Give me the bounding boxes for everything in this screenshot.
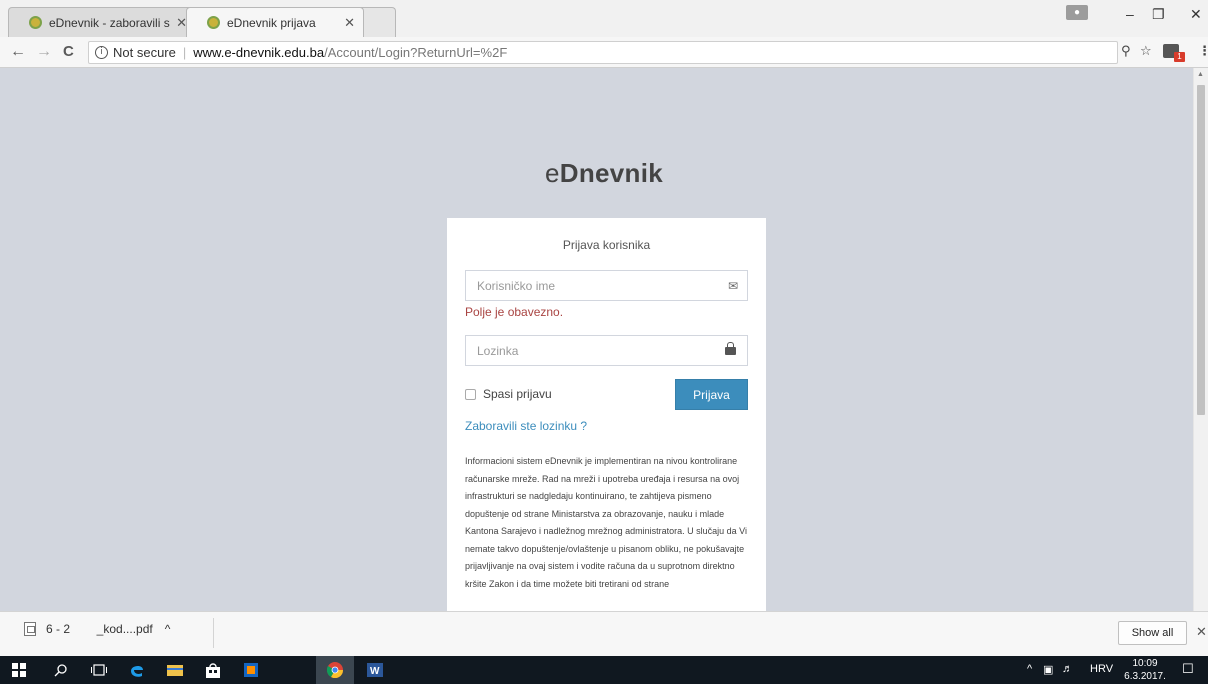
search-icon[interactable] [42,656,80,684]
download-item[interactable]: 6 - 2 _kod....pdf ^ [24,622,170,636]
chevron-up-icon[interactable]: ^ [165,622,171,636]
tab-forgot-password[interactable]: eDnevnik - zaboravili ste ✕ [8,7,196,37]
url-host: www.e-dnevnik.edu.ba [193,45,325,60]
site-favicon-icon [29,16,42,29]
download-file-name: 6 - 2 _kod....pdf [46,622,153,636]
login-title: Prijava korisnika [562,238,651,252]
remember-label[interactable]: Spasi prijavu [483,387,552,401]
clock-time: 10:09 [1132,658,1158,669]
svg-text:W: W [370,666,380,677]
language-indicator[interactable]: HRV [1090,663,1113,675]
logo-name: Dnevnik [559,158,663,188]
file-explorer-icon[interactable] [156,656,194,684]
password-input[interactable] [477,343,707,358]
word-icon[interactable]: W [356,656,394,684]
envelope-icon: ✉ [727,279,738,293]
clock-date: 6.3.2017. [1124,671,1166,682]
window-close-icon[interactable]: ✕ [1190,6,1202,23]
url-path: /Account/Login?ReturnUrl=%2F [324,45,508,60]
username-error: Polje je obavezno. [465,305,564,319]
bookmark-star-icon[interactable]: ☆ [1140,43,1152,59]
logo-prefix: e [544,158,560,188]
network-icon[interactable]: ▣ [1043,663,1053,676]
tab-strip: eDnevnik - zaboravili ste ✕ eDnevnik pri… [0,0,1208,37]
security-label: Not secure [113,45,176,60]
clock[interactable]: 10:09 6.3.2017. [1123,657,1167,683]
minimize-icon[interactable]: – [1126,6,1134,22]
login-button[interactable]: Prijava [675,379,748,410]
download-bar: 6 - 2 _kod....pdf ^ Show all ✕ [0,611,1208,656]
media-player-icon[interactable] [232,656,270,684]
tab-close-icon[interactable]: ✕ [344,15,355,31]
scroll-up-icon[interactable]: ▲ [1197,71,1204,78]
remember-row: Spasi prijavu Prijava [465,379,748,411]
reload-icon[interactable]: C [63,43,74,61]
profile-icon[interactable]: ● [1066,5,1088,20]
windows-start-icon[interactable] [0,656,38,684]
page-scrollbar[interactable]: ▲ [1193,68,1208,611]
address-bar[interactable]: i Not secure | www.e-dnevnik.edu.ba /Acc… [88,41,1118,64]
site-logo: eDnevnik [0,158,1208,189]
tray-chevron-icon[interactable]: ^ [1027,663,1032,675]
back-icon[interactable]: ← [10,43,26,61]
info-icon[interactable]: i [95,46,108,59]
download-separator [213,618,214,648]
site-favicon-icon [207,16,220,29]
tab-title: eDnevnik - zaboravili ste [49,15,171,30]
task-view-icon[interactable] [80,656,118,684]
show-all-button[interactable]: Show all [1118,621,1187,645]
store-icon[interactable] [194,656,232,684]
forgot-password-link[interactable]: Zaboravili ste lozinku ? [465,419,748,433]
file-icon [24,622,36,636]
windows-taskbar: W ^ ▣ ♬ HRV 10:09 6.3.2017. ☐ [0,656,1208,684]
browser-toolbar: ← → C i Not secure | www.e-dnevnik.edu.b… [0,37,1208,68]
lock-icon [725,342,736,355]
download-bar-close-icon[interactable]: ✕ [1196,624,1207,640]
notifications-icon[interactable]: ☐ [1182,661,1194,677]
forward-icon[interactable]: → [36,43,52,61]
extension-badge: 1 [1174,52,1185,62]
address-separator: | [182,45,187,60]
username-input[interactable] [477,278,707,293]
menu-kebab-icon[interactable]: ⋮ [1198,43,1208,59]
password-field-wrapper [465,335,748,366]
volume-icon[interactable]: ♬ [1062,663,1073,675]
chrome-icon[interactable] [316,656,354,684]
edge-icon[interactable] [118,656,156,684]
tab-login[interactable]: eDnevnik prijava ✕ [186,7,364,37]
restore-icon[interactable]: ❐ [1152,6,1165,23]
page-viewport: eDnevnik Prijava korisnika ✉ Polje je ob… [0,68,1208,611]
scrollbar-thumb[interactable] [1197,85,1205,415]
tab-title: eDnevnik prijava [227,15,316,30]
remember-checkbox[interactable] [465,389,476,400]
legal-notice: Informacioni sistem eDnevnik je implemen… [465,456,747,589]
username-field-wrapper: ✉ [465,270,748,301]
key-icon[interactable]: ⚲ [1121,43,1131,59]
login-box: Prijava korisnika ✉ Polje je obavezno. S… [447,218,766,611]
